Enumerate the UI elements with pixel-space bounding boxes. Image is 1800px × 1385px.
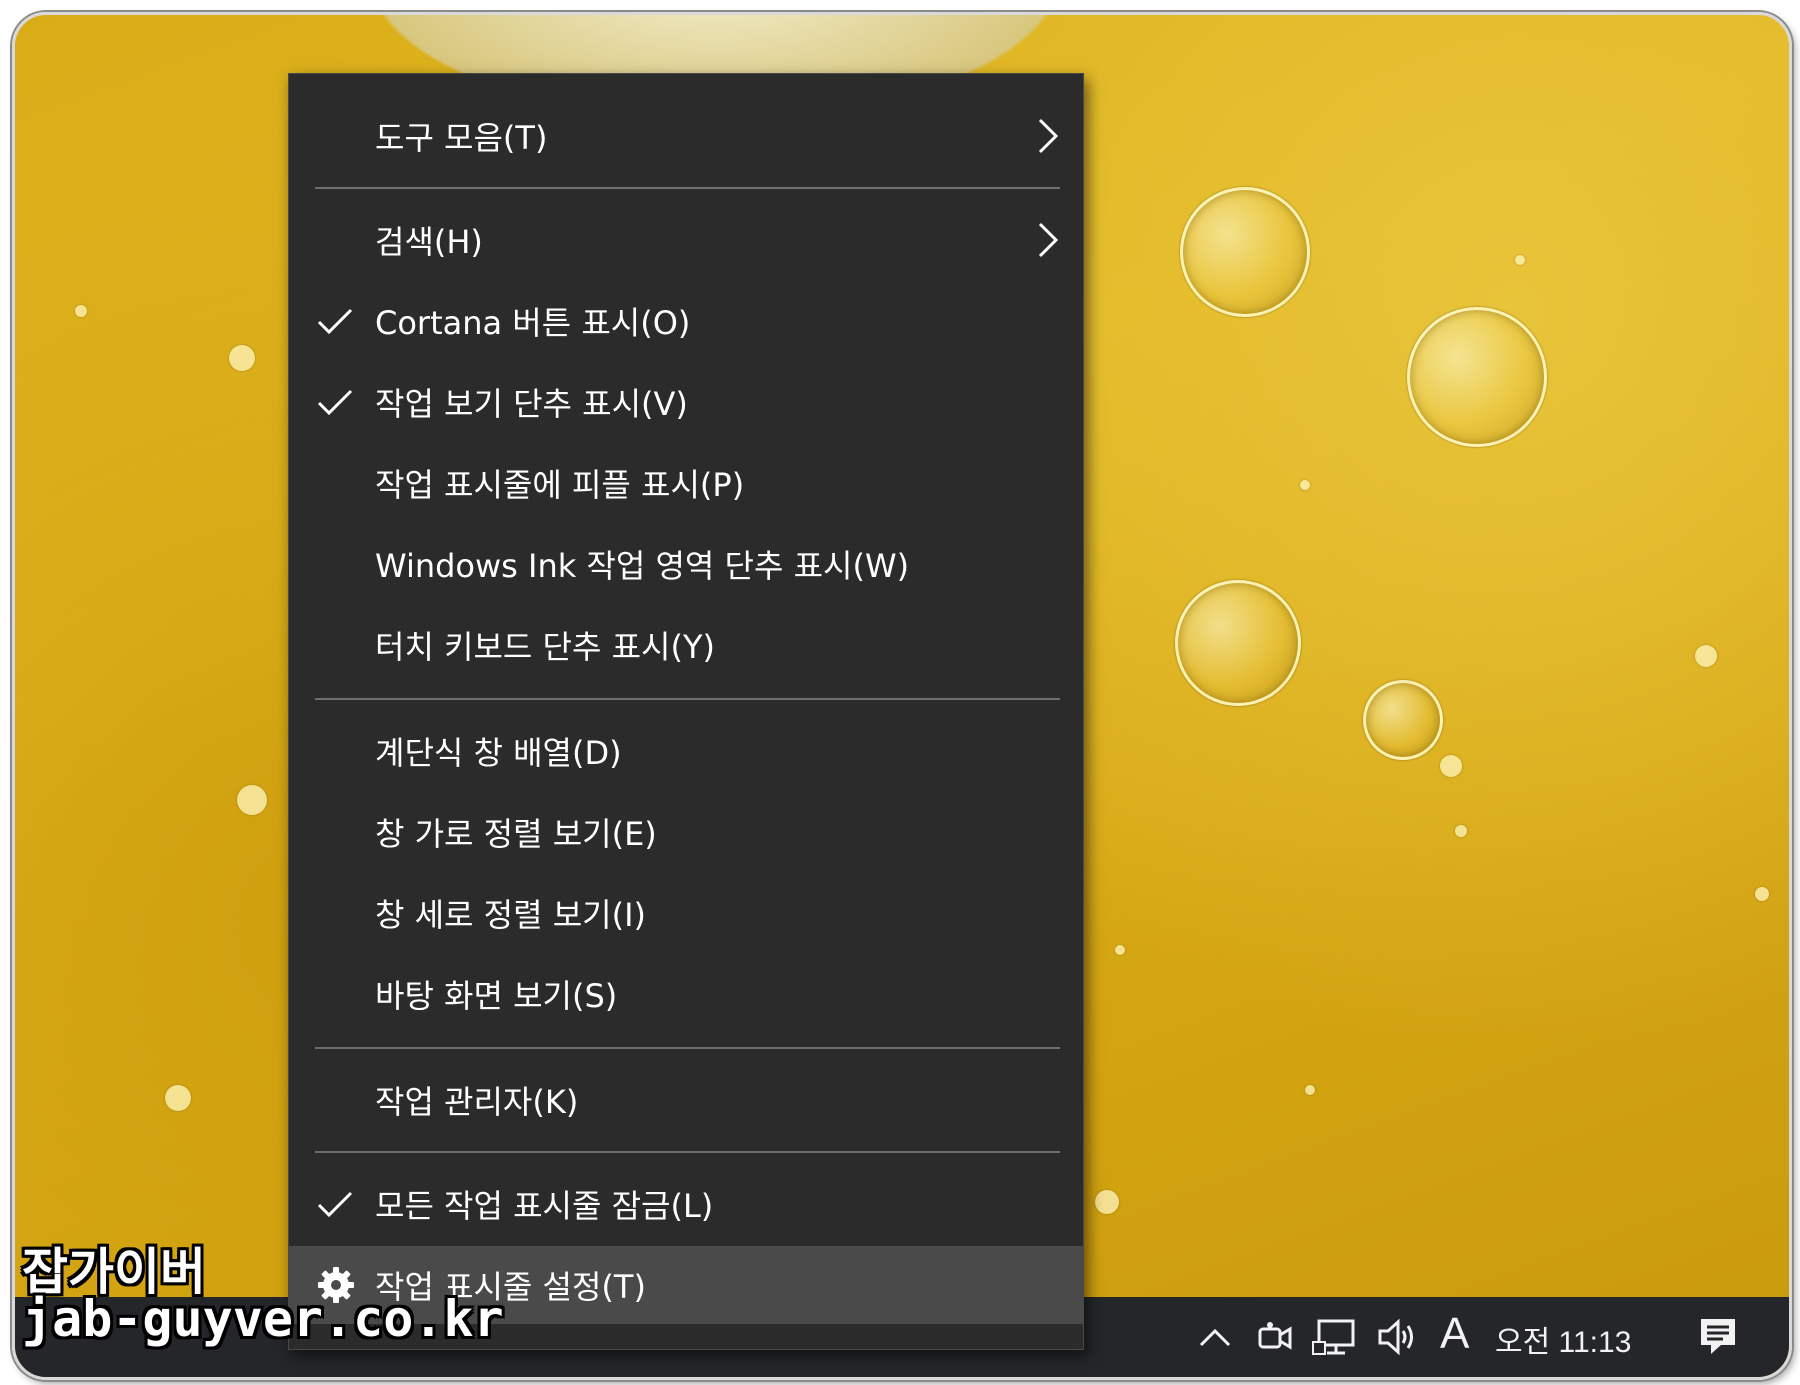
- ime-indicator[interactable]: A: [1440, 1309, 1469, 1359]
- wallpaper-bubble: [1115, 945, 1125, 955]
- chevron-up-icon[interactable]: [1195, 1317, 1235, 1357]
- wallpaper-bubble: [1305, 1085, 1315, 1095]
- menu-item-label: 계단식 창 배열(D): [375, 734, 622, 772]
- menu-item-show-people[interactable]: 작업 표시줄에 피플 표시(P): [289, 444, 1083, 522]
- menu-separator: [315, 187, 1060, 189]
- taskbar-clock[interactable]: 오전 11:13: [1495, 1317, 1631, 1361]
- menu-item-show-windows-stacked[interactable]: 창 가로 정렬 보기(E): [289, 793, 1083, 871]
- wallpaper-bubble: [229, 345, 255, 371]
- wallpaper-bubble: [1455, 825, 1467, 837]
- wallpaper-bubble: [1755, 887, 1769, 901]
- wallpaper-bubble: [1300, 480, 1310, 490]
- network-icon[interactable]: [1310, 1315, 1358, 1359]
- meet-now-icon[interactable]: [1253, 1315, 1297, 1359]
- wallpaper-bubble: [1407, 307, 1547, 447]
- menu-item-label: 도구 모음(T): [375, 119, 548, 157]
- notification-icon[interactable]: [1695, 1313, 1741, 1359]
- wallpaper-bubble: [75, 305, 87, 317]
- taskbar-context-menu: 도구 모음(T) 검색(H) Cortana 버튼 표시(O) 작업 보기 단추…: [288, 73, 1084, 1350]
- wallpaper-bubble: [1363, 680, 1443, 760]
- menu-item-search[interactable]: 검색(H): [289, 201, 1083, 279]
- wallpaper-bubble: [1180, 187, 1310, 317]
- menu-item-label: Windows Ink 작업 영역 단추 표시(W): [375, 547, 910, 585]
- checkmark-icon: [317, 1191, 353, 1218]
- wallpaper-bubble: [1695, 645, 1717, 667]
- menu-item-label: 작업 표시줄에 피플 표시(P): [375, 466, 745, 504]
- menu-item-label: 창 가로 정렬 보기(E): [375, 815, 657, 853]
- menu-item-label: 작업 관리자(K): [375, 1083, 579, 1121]
- wallpaper-bubble: [165, 1085, 191, 1111]
- checkmark-icon: [317, 308, 353, 335]
- menu-item-cascade-windows[interactable]: 계단식 창 배열(D): [289, 712, 1083, 790]
- menu-item-show-cortana-button[interactable]: Cortana 버튼 표시(O): [289, 282, 1083, 360]
- menu-item-show-task-view-button[interactable]: 작업 보기 단추 표시(V): [289, 363, 1083, 441]
- menu-item-label: Cortana 버튼 표시(O): [375, 304, 691, 342]
- wallpaper-bubble: [237, 785, 267, 815]
- menu-item-lock-all-taskbars[interactable]: 모든 작업 표시줄 잠금(L): [289, 1165, 1083, 1243]
- menu-item-show-windows-side-by-side[interactable]: 창 세로 정렬 보기(I): [289, 874, 1083, 952]
- menu-item-label: 바탕 화면 보기(S): [375, 977, 618, 1015]
- menu-separator: [315, 1047, 1060, 1049]
- wallpaper-bubble: [1515, 255, 1525, 265]
- wallpaper-bubble: [1175, 580, 1301, 706]
- menu-separator: [315, 1151, 1060, 1153]
- chevron-right-icon: [1038, 222, 1059, 258]
- menu-item-label: 터치 키보드 단추 표시(Y): [375, 628, 715, 666]
- menu-item-show-windows-ink[interactable]: Windows Ink 작업 영역 단추 표시(W): [289, 525, 1083, 603]
- wallpaper-bubble: [1440, 755, 1462, 777]
- volume-icon[interactable]: [1375, 1315, 1421, 1359]
- wallpaper-bubble: [1095, 1190, 1119, 1214]
- menu-item-label: 창 세로 정렬 보기(I): [375, 896, 647, 934]
- menu-item-label: 검색(H): [375, 223, 483, 261]
- menu-item-task-manager[interactable]: 작업 관리자(K): [289, 1061, 1083, 1139]
- checkmark-icon: [317, 389, 353, 416]
- menu-item-show-touch-keyboard[interactable]: 터치 키보드 단추 표시(Y): [289, 606, 1083, 684]
- menu-item-label: 작업 보기 단추 표시(V): [375, 385, 688, 423]
- menu-separator: [315, 698, 1060, 700]
- menu-item-label: 모든 작업 표시줄 잠금(L): [375, 1187, 714, 1225]
- chevron-right-icon: [1038, 118, 1059, 154]
- watermark-url: jab-guyver.co.kr: [22, 1290, 504, 1348]
- menu-item-show-desktop[interactable]: 바탕 화면 보기(S): [289, 955, 1083, 1033]
- menu-item-toolbars[interactable]: 도구 모음(T): [289, 97, 1083, 175]
